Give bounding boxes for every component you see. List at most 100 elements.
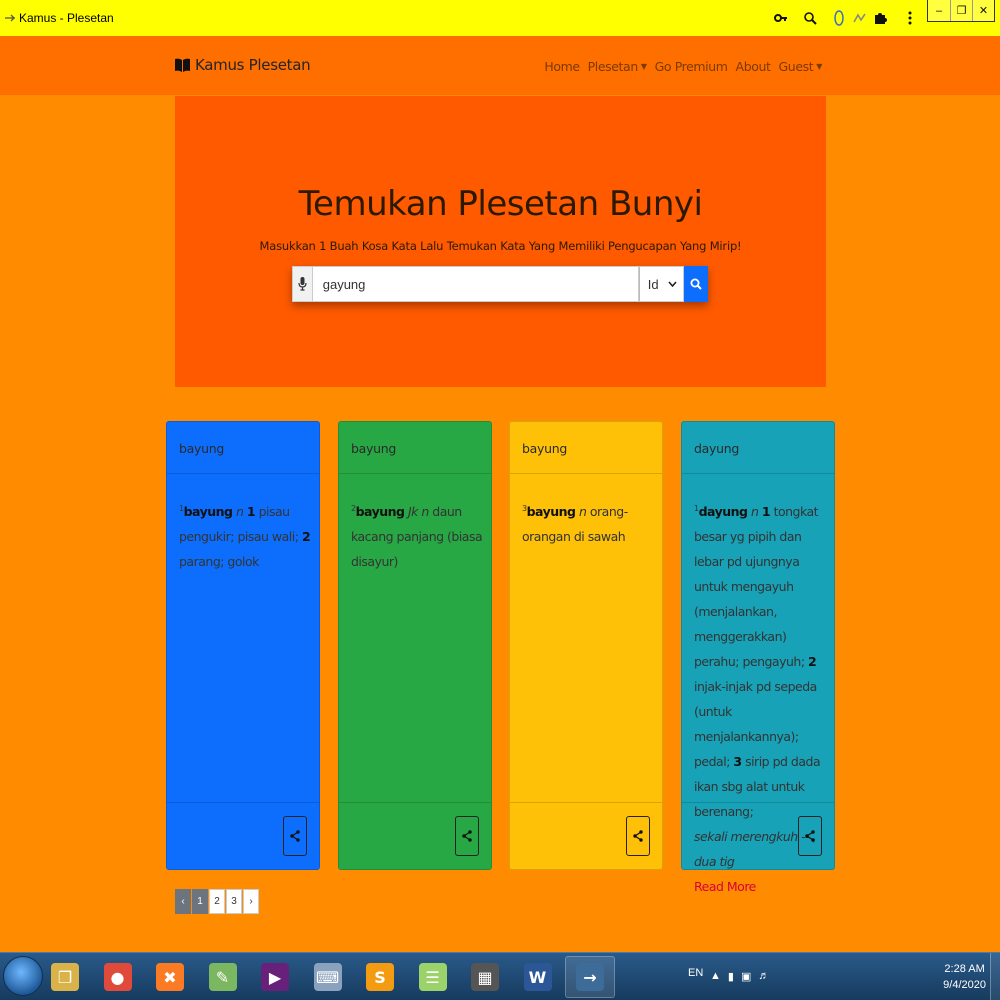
card-footer (167, 802, 319, 869)
taskbar-app[interactable]: ✎ (198, 956, 248, 998)
taskbar-app[interactable]: ● (93, 956, 143, 998)
hero-section: Temukan Plesetan Bunyi Masukkan 1 Buah K… (175, 96, 826, 387)
pagination-page-3[interactable]: 3 (226, 889, 242, 914)
share-icon (462, 830, 472, 842)
zoom-icon[interactable] (801, 9, 819, 27)
nav-about[interactable]: About (736, 59, 771, 74)
result-card: bayung 3bayung n orang-orangan di sawah (509, 421, 663, 870)
notes-icon: ☰ (418, 963, 447, 991)
word-icon: W (523, 963, 552, 991)
search-bar: Id (292, 266, 708, 302)
extension-icon[interactable] (851, 9, 869, 27)
nav-guest-label: Guest (778, 59, 814, 74)
taskbar-app[interactable]: → (565, 956, 615, 998)
volume-icon[interactable]: ♬ (758, 970, 769, 983)
nav-links: Home Plesetan ▼ Go Premium About Guest ▼ (544, 59, 822, 74)
taskbar-app[interactable]: ✖ (145, 956, 195, 998)
tray-icons: ▲ ▮ ▣ ♬ (710, 970, 769, 983)
headword: bayung (183, 504, 233, 519)
start-button[interactable] (3, 956, 43, 996)
explorer-icon: ❐ (51, 963, 79, 991)
headword: bayung (526, 504, 576, 519)
taskbar-app[interactable]: ☰ (408, 956, 458, 998)
read-more-link[interactable]: Read More (694, 879, 756, 894)
taskbar-app[interactable]: W (513, 956, 563, 998)
result-card: dayung 1dayung n 1 tongkat besar yg pipih… (681, 421, 835, 894)
nav-guest-dropdown[interactable]: Guest ▼ (778, 59, 823, 74)
result-card: bayung 2bayung Jk n daun kacang panjang (… (338, 421, 492, 870)
card-header: bayung (510, 422, 662, 474)
result-card: bayung 1bayung n 1 pisau pengukir; pisau … (166, 421, 320, 870)
taskbar-app[interactable]: S (355, 956, 405, 998)
chevron-down-icon (668, 281, 677, 287)
taskbar-app[interactable]: ▶ (250, 956, 300, 998)
system-tray: EN ▲ ▮ ▣ ♬ 2:28 AM 9/4/2020 (688, 953, 1000, 1000)
pagination-prev[interactable]: ‹ (175, 889, 191, 914)
more-icon[interactable] (901, 9, 919, 27)
nav-plesetan-dropdown[interactable]: Plesetan ▼ (588, 59, 647, 74)
notepadpp-icon: ✎ (208, 963, 237, 991)
search-button[interactable] (684, 266, 708, 302)
show-hidden-icons-icon[interactable]: ▲ (710, 970, 721, 983)
minimize-button[interactable]: – (928, 0, 950, 21)
pagination: ‹ 1 2 3 › (175, 889, 259, 914)
visualstudio-icon: ▶ (261, 963, 289, 991)
xampp-icon: ✖ (156, 963, 184, 991)
sublime-icon: S (366, 963, 394, 991)
card-header: bayung (167, 422, 319, 474)
caret-down-icon: ▼ (816, 62, 822, 71)
pagination-next[interactable]: › (243, 889, 259, 914)
hero-subtitle: Masukkan 1 Buah Kosa Kata Lalu Temukan K… (259, 239, 742, 253)
share-button[interactable] (626, 816, 650, 856)
language-select[interactable]: Id (638, 266, 685, 302)
card-definition: 1bayung n 1 pisau pengukir; pisau wali; … (167, 474, 319, 574)
hero-title: Temukan Plesetan Bunyi (298, 184, 703, 224)
extension-icon[interactable] (830, 9, 848, 27)
share-button[interactable] (283, 816, 307, 856)
headword: bayung (355, 504, 405, 519)
window-controls: – ❐ ✕ (927, 0, 995, 22)
card-header: bayung (339, 422, 491, 474)
microphone-icon (298, 277, 307, 291)
nav-plesetan-label: Plesetan (587, 59, 639, 74)
brand-name: Kamus Plesetan (195, 56, 311, 74)
card-footer (510, 802, 662, 869)
show-desktop-button[interactable] (990, 953, 1000, 1000)
share-button[interactable] (798, 816, 822, 856)
brand-link[interactable]: Kamus Plesetan (175, 56, 311, 74)
system-clock[interactable]: 2:28 AM 9/4/2020 (943, 961, 986, 993)
pagination-page-2[interactable]: 2 (209, 889, 225, 914)
share-button[interactable] (455, 816, 479, 856)
caret-down-icon: ▼ (640, 62, 647, 71)
clock-time: 2:28 AM (944, 963, 985, 975)
key-icon[interactable] (772, 9, 790, 27)
browser-active-icon: → (576, 963, 604, 991)
taskbar-app[interactable]: ⌨ (303, 956, 353, 998)
restore-button[interactable]: ❐ (950, 0, 972, 21)
search-icon (690, 278, 702, 290)
network-icon[interactable]: ▮ (728, 970, 734, 983)
pagination-page-1[interactable]: 1 (192, 889, 208, 914)
microphone-button[interactable] (292, 266, 313, 302)
language-select-value: Id (647, 276, 659, 292)
battery-icon[interactable]: ▣ (741, 970, 751, 983)
card-definition: 2bayung Jk n daun kacang panjang (biasa … (339, 474, 491, 574)
chrome-icon: ● (103, 963, 132, 991)
search-input[interactable] (312, 266, 639, 302)
clock-date: 9/4/2020 (943, 979, 986, 991)
card-definition: 3bayung n orang-orangan di sawah (510, 474, 662, 549)
nav-home[interactable]: Home (544, 59, 580, 74)
nav-go-premium-label: Go Premium (654, 59, 728, 74)
nav-go-premium[interactable]: Go Premium (655, 59, 728, 74)
share-icon (633, 830, 643, 842)
speech-icon: ⌨ (313, 963, 342, 991)
puzzle-icon[interactable] (871, 9, 889, 27)
taskbar-app[interactable]: ❐ (40, 956, 90, 998)
close-button[interactable]: ✕ (972, 0, 994, 21)
card-header: dayung (682, 422, 834, 474)
app-icon (5, 14, 15, 22)
input-language[interactable]: EN (688, 967, 703, 979)
windows-taskbar: ❐ ● ✖ ✎ ▶ ⌨ S ☰ ▦ W → EN ▲ ▮ ▣ ♬ 2:28 AM 9/4/2020 (0, 952, 1000, 1000)
window-title: Kamus - Plesetan (19, 11, 114, 25)
taskbar-app[interactable]: ▦ (460, 956, 510, 998)
